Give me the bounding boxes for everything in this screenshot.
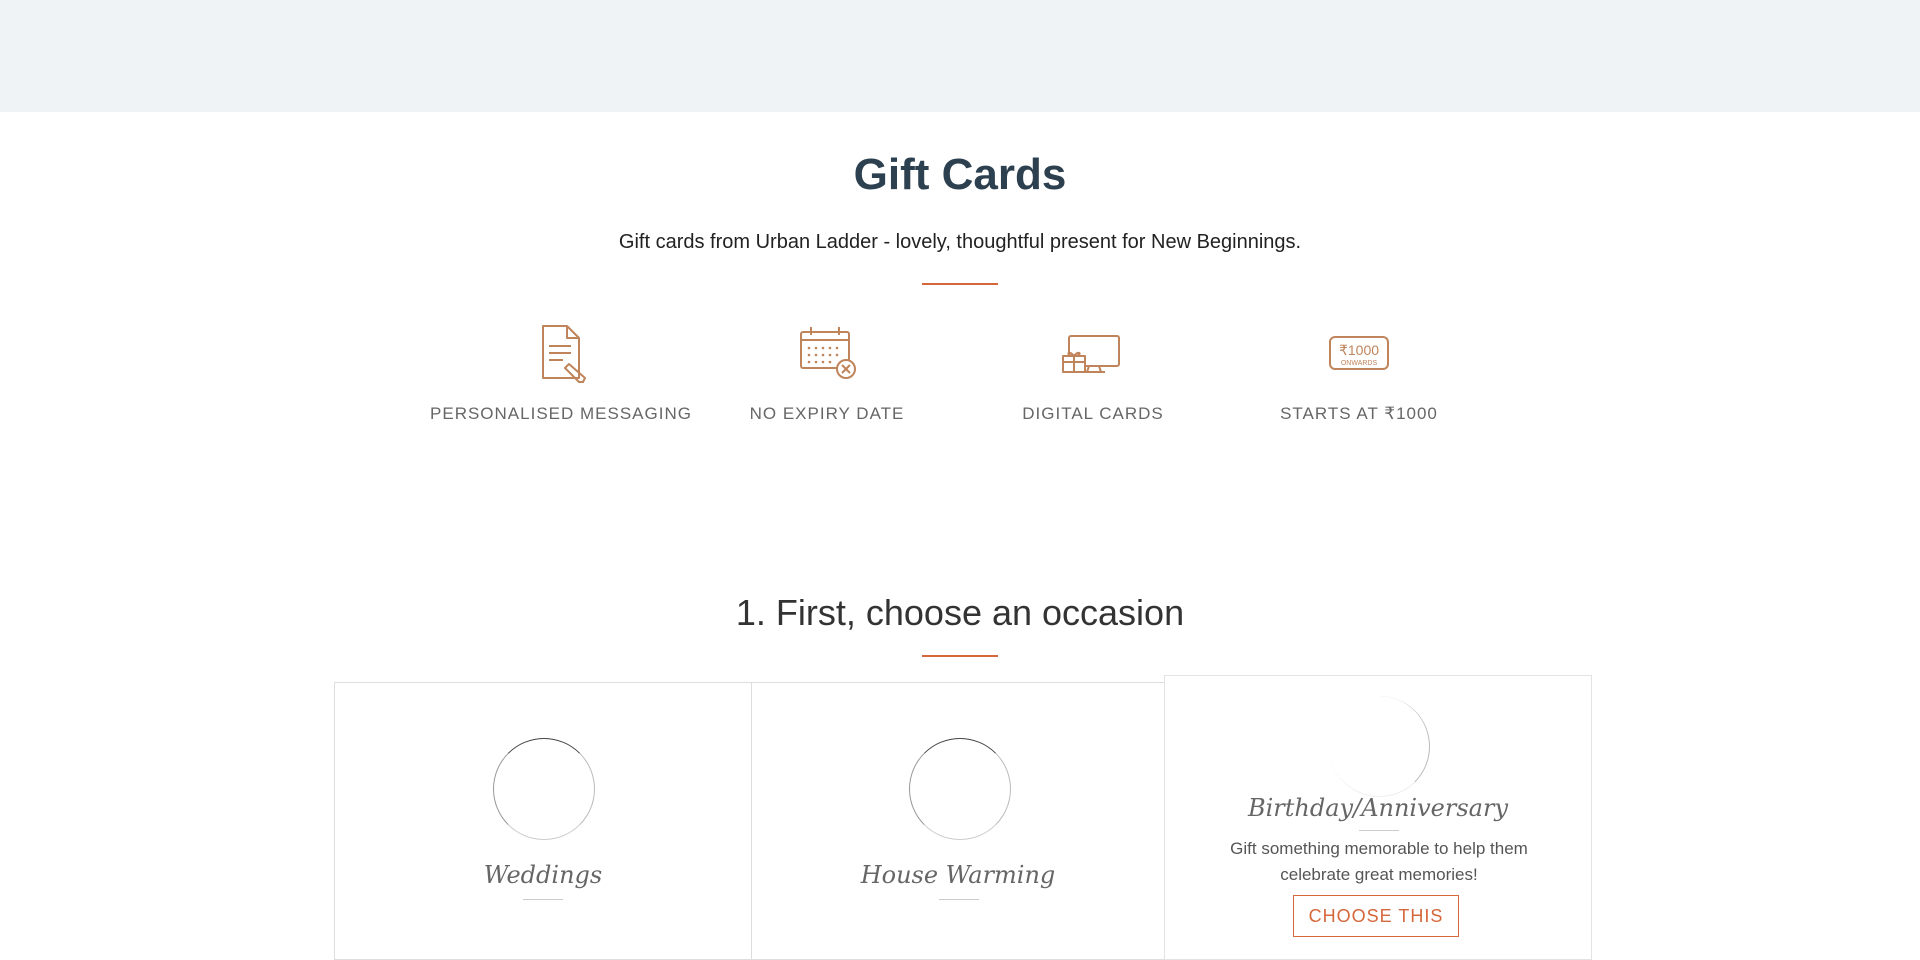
feature-label: NO EXPIRY DATE (749, 404, 905, 423)
occasion-image (1329, 696, 1430, 797)
page-subtitle: Gift cards from Urban Ladder - lovely, t… (618, 231, 1302, 253)
occasion-card-birthday-anniversary[interactable]: Birthday/Anniversary Gift something memo… (1164, 675, 1592, 960)
monitor-gift-icon (1062, 335, 1120, 373)
feature-no-expiry-date: NO EXPIRY DATE (694, 320, 960, 424)
occasion-description: Gift something memorable to help them ce… (1230, 839, 1528, 884)
feature-starts-at: ₹1000 ONWARDS STARTS AT ₹1000 (1226, 320, 1492, 424)
feature-label: DIGITAL CARDS (1022, 404, 1164, 423)
price-tag-caption: ONWARDS (1341, 360, 1378, 367)
occasion-title-underline (523, 899, 563, 900)
feature-label: PERSONALISED MESSAGING (430, 404, 692, 423)
page-title: Gift Cards (853, 150, 1067, 199)
occasion-image (909, 738, 1011, 840)
top-banner (0, 0, 1920, 112)
occasion-title: Weddings (483, 861, 603, 889)
occasion-title: Birthday/Anniversary (1247, 794, 1508, 822)
feature-label: STARTS AT ₹1000 (1280, 404, 1438, 423)
feature-digital-cards: DIGITAL CARDS (960, 320, 1226, 424)
occasion-title: House Warming (860, 861, 1056, 889)
title-divider (922, 283, 998, 285)
occasion-title-underline (1359, 830, 1399, 831)
occasion-heading: 1. First, choose an occasion (735, 592, 1185, 633)
occasion-title-underline (939, 899, 979, 900)
document-pen-icon (542, 325, 586, 383)
occasion-card-house-warming[interactable]: House Warming (751, 682, 1165, 960)
occasion-divider (922, 655, 998, 657)
price-tag-amount: ₹1000 (1339, 342, 1379, 358)
feature-personalised-messaging: PERSONALISED MESSAGING (428, 320, 694, 424)
price-tag-icon: ₹1000 ONWARDS (1329, 336, 1389, 370)
choose-this-button[interactable]: CHOOSE THIS (1293, 895, 1459, 937)
occasion-card-weddings[interactable]: Weddings (334, 682, 752, 960)
occasion-image (493, 738, 595, 840)
calendar-cross-icon (800, 327, 856, 379)
